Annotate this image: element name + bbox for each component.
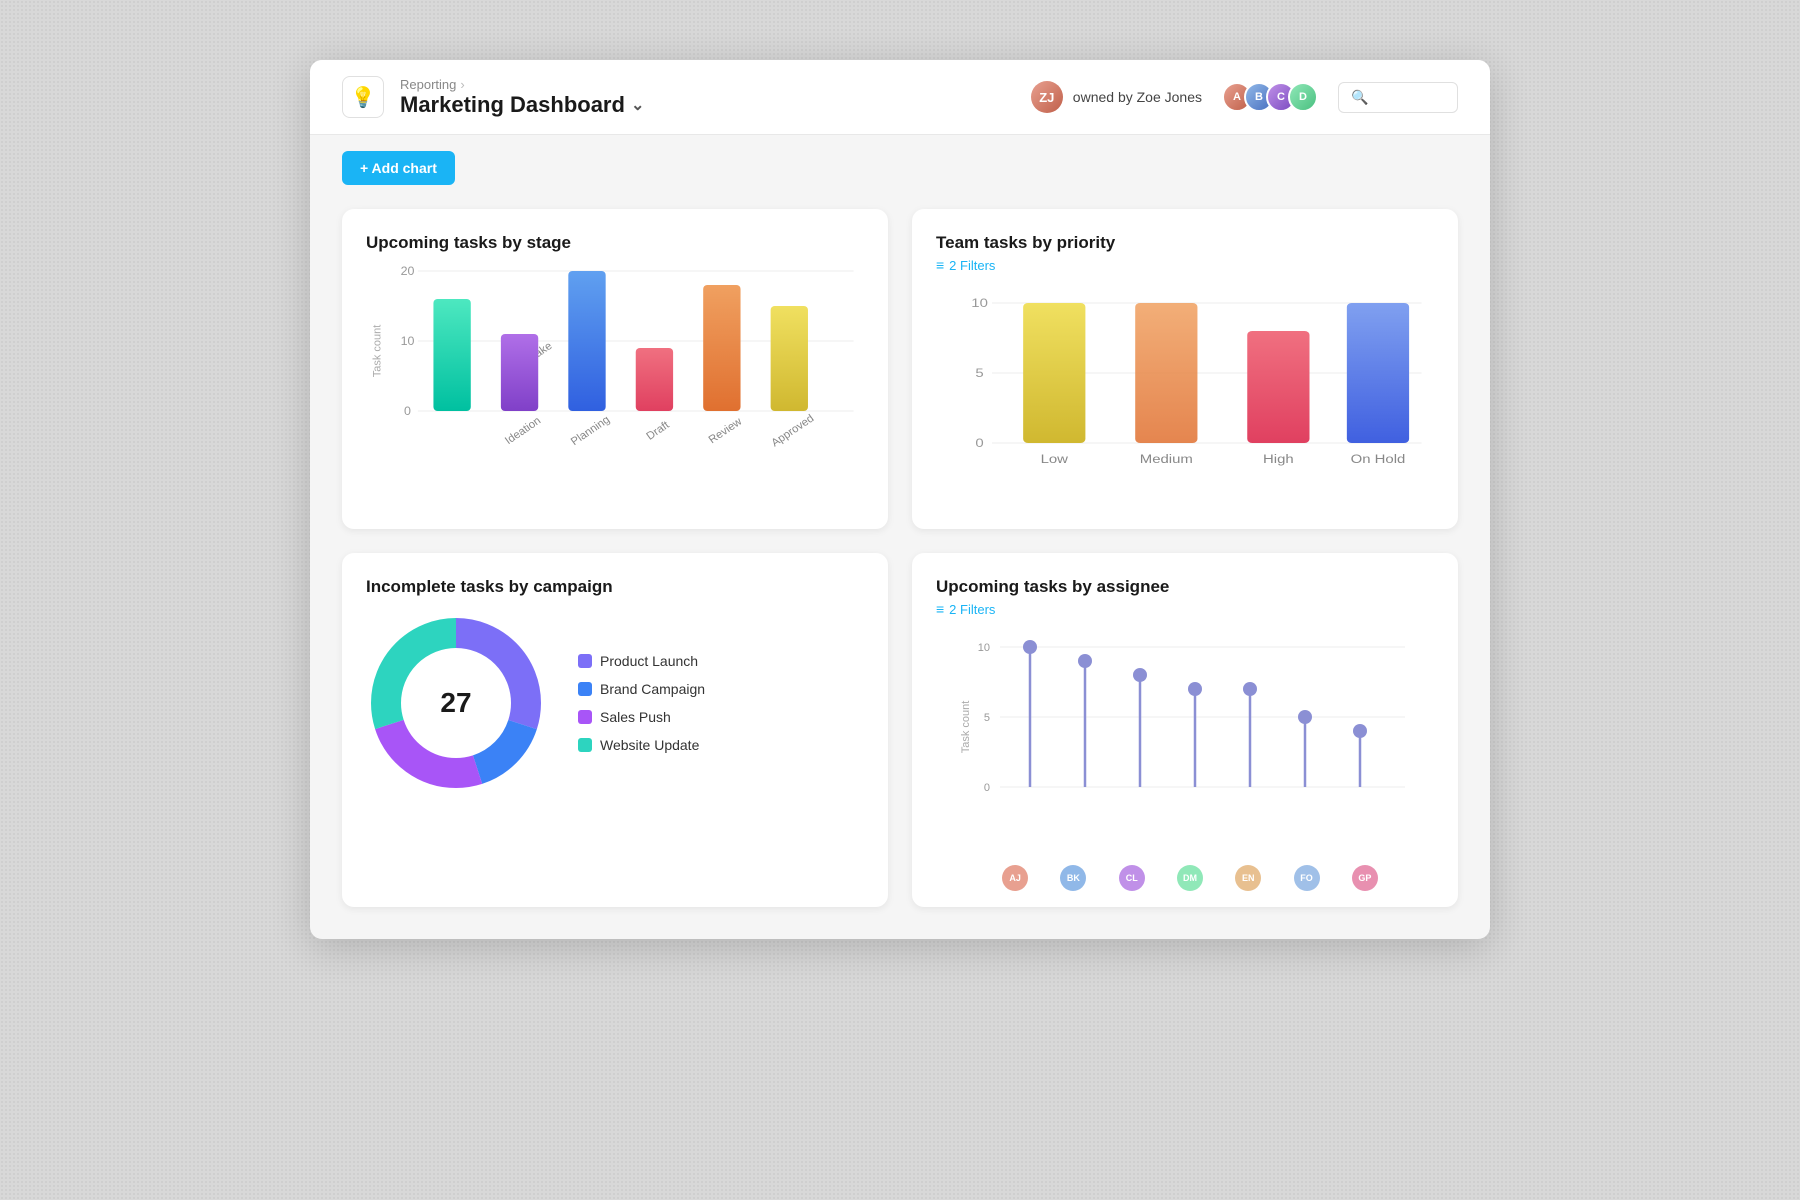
assignee-avatar: FO (1294, 865, 1320, 891)
legend: Product Launch Brand Campaign Sales Push… (578, 653, 705, 753)
avatar: D (1288, 82, 1318, 112)
legend-color (578, 654, 592, 668)
svg-text:Approved: Approved (769, 413, 816, 450)
upcoming-assignee-chart: Upcoming tasks by assignee ≡ 2 Filters 1… (912, 553, 1458, 907)
page-title[interactable]: Marketing Dashboard ⌄ (400, 92, 644, 118)
legend-color (578, 738, 592, 752)
bar-chart-svg: 20 10 0 Task count Intake Ideation Plann… (366, 261, 864, 481)
legend-item: Brand Campaign (578, 681, 705, 697)
chart-title: Incomplete tasks by campaign (366, 577, 864, 597)
legend-item: Product Launch (578, 653, 705, 669)
header-left: 💡 Reporting › Marketing Dashboard ⌄ (342, 76, 644, 118)
svg-text:20: 20 (401, 264, 415, 278)
owner-text: owned by Zoe Jones (1073, 89, 1202, 105)
assignee-avatar: DM (1177, 865, 1203, 891)
svg-text:0: 0 (975, 436, 983, 449)
team-tasks-chart: Team tasks by priority ≡ 2 Filters (912, 209, 1458, 529)
svg-text:Draft: Draft (644, 419, 672, 443)
owner-avatar: ZJ (1031, 81, 1063, 113)
svg-text:0: 0 (984, 782, 990, 794)
dashboard-grid: Upcoming tasks by stage (310, 201, 1490, 939)
team-bar-chart-svg: 10 5 0 Low Medium High On Hold (936, 293, 1434, 513)
svg-text:Ideation: Ideation (503, 415, 543, 447)
assignee-avatars: AJ BK CL DM EN FO GP (936, 865, 1434, 891)
svg-text:Review: Review (707, 415, 745, 446)
lollipop-svg: 10 5 0 Task count (936, 637, 1434, 837)
header: 💡 Reporting › Marketing Dashboard ⌄ ZJ o… (310, 60, 1490, 135)
filter-badge[interactable]: ≡ 2 Filters (936, 257, 995, 273)
app-window: 💡 Reporting › Marketing Dashboard ⌄ ZJ o… (310, 60, 1490, 939)
svg-text:10: 10 (971, 296, 988, 309)
svg-text:Low: Low (1041, 452, 1069, 465)
assignee-avatar: EN (1235, 865, 1261, 891)
breadcrumb-area: Reporting › Marketing Dashboard ⌄ (400, 77, 644, 118)
incomplete-tasks-chart: Incomplete tasks by campaign (342, 553, 888, 907)
legend-color (578, 682, 592, 696)
avatar-stack: A B C D (1222, 82, 1318, 112)
chart-title: Upcoming tasks by stage (366, 233, 864, 253)
lollipop-area: 10 5 0 Task count (936, 637, 1434, 857)
assignee-avatar: BK (1060, 865, 1086, 891)
svg-text:0: 0 (404, 404, 411, 418)
svg-text:Planning: Planning (569, 414, 612, 448)
chart-title: Upcoming tasks by assignee (936, 577, 1434, 597)
donut-container: 27 (366, 613, 546, 793)
legend-item: Sales Push (578, 709, 705, 725)
upcoming-tasks-chart: Upcoming tasks by stage (342, 209, 888, 529)
filter-icon: ≡ (936, 601, 944, 617)
header-right: ZJ owned by Zoe Jones A B C D 🔍 (1031, 81, 1458, 113)
chevron-down-icon: ⌄ (631, 95, 644, 115)
assignee-avatar: CL (1119, 865, 1145, 891)
breadcrumb: Reporting › (400, 77, 644, 92)
app-icon: 💡 (342, 76, 384, 118)
filter-icon: ≡ (936, 257, 944, 273)
svg-text:5: 5 (975, 366, 983, 379)
svg-text:10: 10 (978, 642, 990, 654)
donut-area: 27 Product Launch Brand Campaign Sales P… (366, 613, 864, 801)
bar-chart-area: 20 10 0 Task count Intake Ideation Plann… (366, 261, 864, 481)
owner-area: ZJ owned by Zoe Jones (1031, 81, 1202, 113)
team-bar-chart-area: 10 5 0 Low Medium High On Hold (936, 293, 1434, 513)
svg-text:10: 10 (401, 334, 415, 348)
svg-text:On Hold: On Hold (1351, 452, 1406, 465)
chart-title: Team tasks by priority (936, 233, 1434, 253)
legend-color (578, 710, 592, 724)
svg-text:5: 5 (984, 712, 990, 724)
svg-text:High: High (1263, 452, 1294, 465)
svg-text:Medium: Medium (1140, 452, 1193, 465)
assignee-avatar: AJ (1002, 865, 1028, 891)
search-icon: 🔍 (1351, 89, 1368, 106)
filter-badge[interactable]: ≡ 2 Filters (936, 601, 995, 617)
donut-center-value: 27 (440, 687, 471, 719)
toolbar: + Add chart (310, 135, 1490, 201)
assignee-avatar: GP (1352, 865, 1378, 891)
add-chart-button[interactable]: + Add chart (342, 151, 455, 185)
svg-text:Task count: Task count (960, 701, 972, 754)
legend-item: Website Update (578, 737, 705, 753)
svg-text:Task count: Task count (371, 324, 383, 377)
search-box[interactable]: 🔍 (1338, 82, 1458, 113)
